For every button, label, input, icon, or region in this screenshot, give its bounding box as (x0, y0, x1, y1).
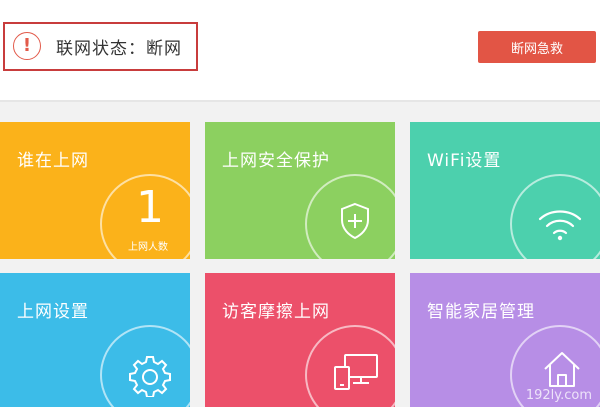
shield-plus-icon (341, 202, 369, 240)
network-rescue-button[interactable]: 断网急救 (478, 31, 596, 63)
tile-title: 智能家居管理 (427, 302, 535, 322)
tile-wifi-settings[interactable]: WiFi设置 (410, 122, 600, 259)
tile-internet-settings[interactable]: 上网设置 (0, 273, 190, 407)
guest-device-icon (334, 354, 378, 390)
tile-title: 上网设置 (17, 302, 89, 322)
tile-security-protection[interactable]: 上网安全保护 (205, 122, 395, 259)
connection-status-text: 联网状态：断网 (56, 39, 182, 59)
header-divider (0, 100, 600, 102)
wifi-icon (538, 210, 582, 241)
connection-status: ! 联网状态：断网 (3, 22, 198, 71)
tile-title: 谁在上网 (17, 151, 89, 171)
tile-title: 访客摩擦上网 (222, 302, 330, 322)
tile-guest-network[interactable]: 访客摩擦上网 (205, 273, 395, 407)
tile-who-online[interactable]: 谁在上网 1 上网人数 (0, 122, 190, 259)
tile-title: WiFi设置 (427, 151, 502, 171)
home-icon (544, 352, 580, 387)
header-bar: ! 联网状态：断网 断网急救 (0, 0, 600, 100)
tile-title: 上网安全保护 (222, 151, 330, 171)
alert-icon: ! (13, 32, 41, 60)
online-count-label: 上网人数 (128, 242, 168, 253)
online-count: 1 (136, 182, 164, 233)
watermark: 192ly.com (525, 388, 592, 403)
tile-smart-home[interactable]: 智能家居管理 192ly.com (410, 273, 600, 407)
gear-icon (129, 356, 171, 397)
